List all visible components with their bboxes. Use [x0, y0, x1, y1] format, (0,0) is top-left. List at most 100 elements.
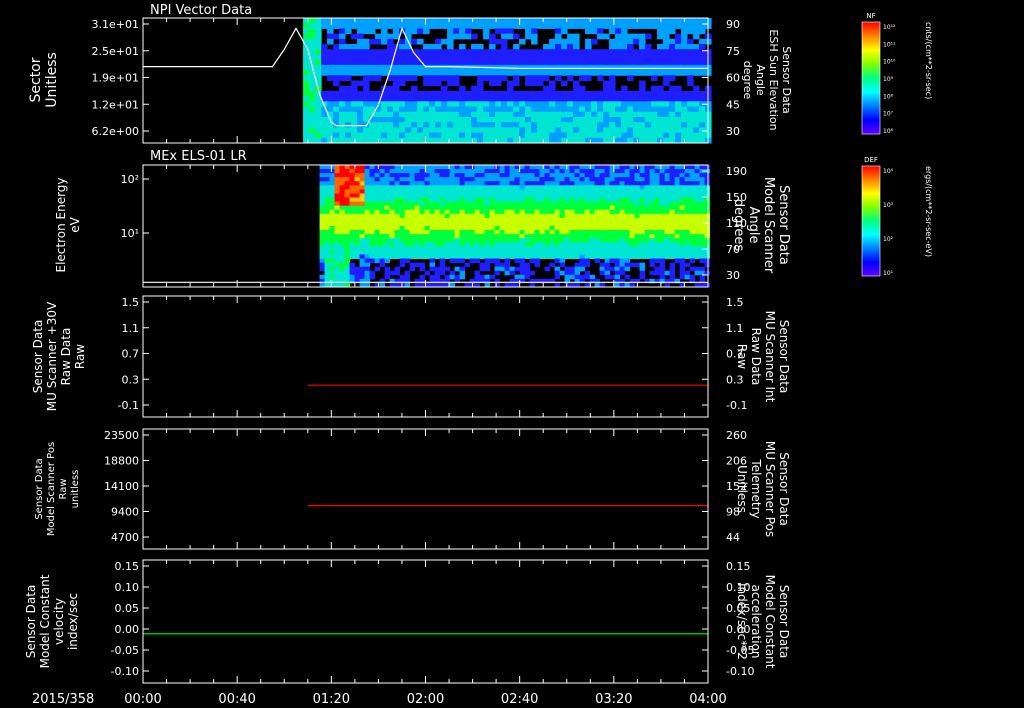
y-tick-label: 1.2e+01 — [92, 98, 139, 111]
axis-label-line: Unitless — [735, 465, 749, 513]
time-tick-label: 03:20 — [595, 692, 632, 707]
time-minor-ticks — [142, 429, 709, 549]
y-tick-label: 0.15 — [115, 560, 140, 573]
axis-label-line: Raw — [73, 344, 87, 369]
colorbar-title: DEF — [864, 156, 878, 164]
y2-tick-label: 75 — [726, 45, 740, 58]
axis-label-line: Raw Data — [749, 328, 763, 386]
y-tick-label: 10² — [121, 173, 139, 186]
y2-tick-label: 30 — [726, 269, 740, 282]
colorbar-strip — [861, 165, 881, 277]
date-label: 2015/358 — [32, 692, 94, 707]
y-tick-label: 0.7 — [122, 348, 140, 361]
axis-label-line: Telemetry — [749, 458, 763, 518]
axis-label-line: index/sec**2 — [735, 583, 749, 660]
panel-2-title: MEx ELS-01 LR — [150, 149, 247, 164]
panel-5-frame — [142, 559, 709, 684]
axis-label-line: Angle — [746, 207, 761, 244]
y2-tick-label: 0.3 — [726, 373, 744, 386]
axis-label-line: Raw Data — [59, 328, 73, 386]
axis-label-line: Sensor Data — [34, 458, 45, 519]
axis-label-line: Angle — [754, 64, 767, 96]
y-tick-label: 0.3 — [122, 373, 140, 386]
y-tick-label: 0.00 — [115, 623, 140, 636]
panel-2-left-axis-label: Electron Energy eV — [54, 177, 82, 272]
axis-label-line: MU Scanner Int — [763, 311, 777, 403]
time-minor-ticks — [142, 296, 709, 417]
panel-1-title: NPI Vector Data — [150, 3, 252, 18]
axis-label-line: MU Scanner +30V — [45, 301, 59, 411]
y2-tick-label: 190 — [726, 165, 747, 178]
axis-label-line: Model Scanner Pos — [46, 442, 57, 536]
y-tick-label: 14100 — [104, 480, 139, 493]
colorbar-tick-label: 10¹² — [883, 24, 896, 31]
panel-3-frame — [142, 295, 709, 418]
colorbar-tick-label: 10⁹ — [883, 76, 894, 83]
time-tick-label: 02:40 — [501, 692, 538, 707]
time-tick-label: 00:40 — [218, 692, 255, 707]
colorbar-tick-label: 10⁴ — [883, 168, 894, 175]
time-tick-label: 04:00 — [689, 692, 726, 707]
colorbar-unit: ergs/(cm**2-sr-sec-eV) — [924, 166, 933, 257]
time-tick-label: 01:20 — [313, 692, 350, 707]
colorbar-unit: cnts/(cm**2-sr-sec) — [924, 22, 933, 99]
colorbar-tick-label: 10¹ — [883, 270, 894, 277]
colorbar-tick-label: 10¹⁰ — [883, 59, 896, 66]
y-tick-label: -0.1 — [118, 399, 139, 412]
axis-label-line: Sensor Data — [777, 585, 791, 659]
y-tick-label: 9400 — [111, 506, 139, 519]
axis-label-line: Sector — [28, 57, 44, 102]
y-tick-label: 6.2e+00 — [92, 125, 139, 138]
y-tick-label: 18800 — [104, 455, 139, 468]
y-tick-label: 1.9e+01 — [92, 72, 139, 85]
sector-spectrogram — [303, 18, 712, 144]
y-tick-label: 10¹ — [121, 227, 139, 240]
y2-tick-label: -0.1 — [726, 399, 747, 412]
colorbar-tick-label: 10⁷ — [883, 111, 894, 118]
panel-4-frame — [142, 428, 709, 550]
time-axis: 00:00 00:40 01:20 02:00 02:40 03:20 04:00 2015/… — [32, 692, 727, 707]
y2-tick-label: 1.1 — [726, 322, 744, 335]
colorbar-unit-text: ergs/(cm**2-sr-sec-eV) — [924, 166, 933, 257]
colorbar-strip — [861, 21, 881, 135]
axis-label-line: Model Constant — [38, 574, 52, 668]
panel-2-left-ticks: 10² 10¹ — [121, 173, 149, 240]
y-tick-label: -0.10 — [111, 665, 139, 678]
panel-3-left-ticks: 1.5 1.1 0.7 0.3 -0.1 — [118, 296, 149, 412]
y2-tick-label: 60 — [726, 72, 740, 85]
colorbar-tick-label: 10³ — [883, 202, 894, 209]
y-tick-label: 3.1e+01 — [92, 18, 139, 31]
colorbar-tick-label: 10⁸ — [883, 93, 894, 100]
panel-4-left-axis-label: Sensor Data Model Scanner Pos Raw unitless — [34, 442, 81, 536]
colorbar-def: DEF 10⁴ 10³ 10² 10¹ ergs/(cm**2-sr-sec-eV) — [861, 156, 933, 277]
time-tick-label: 00:00 — [124, 692, 161, 707]
axis-label-line: Sensor Data — [777, 320, 791, 394]
axis-label-line: Sensor Data — [31, 320, 45, 394]
panel-3-left-axis-label: Sensor Data MU Scanner +30V Raw Data Raw — [31, 301, 87, 411]
axis-label-line: velocity — [52, 598, 66, 645]
panel-5-right-axis-label: Sensor DataModel Constantaccelerationind… — [735, 575, 791, 669]
colorbar-title: NF — [866, 12, 875, 20]
y2-tick-label: 30 — [726, 125, 740, 138]
y-tick-label: 4700 — [111, 531, 139, 544]
y2-tick-label: 1.5 — [726, 296, 744, 309]
y-tick-label: 1.1 — [122, 322, 140, 335]
y-tick-label: 0.10 — [115, 581, 140, 594]
y2-tick-label: 0.15 — [726, 560, 751, 573]
axis-label-line: Model Scanner — [761, 177, 776, 274]
axis-label-line: Sensor Data — [780, 46, 793, 113]
electron-energy-spectrogram — [319, 165, 711, 288]
colorbar-nf: NF 10¹² 10¹¹ 10¹⁰ 10⁹ 10⁸ 10⁷ 10⁶ cnts/(cm**2-sr… — [861, 12, 933, 135]
axis-label-line: Electron Energy — [54, 177, 68, 272]
axis-label-line: Sensor Data — [24, 585, 38, 659]
y-tick-label: 2.5e+01 — [92, 45, 139, 58]
time-tick-label: 02:00 — [407, 692, 444, 707]
y2-tick-label: -0.10 — [726, 665, 754, 678]
axis-label-line: Sensor Data — [777, 452, 791, 526]
colorbar-unit-text: cnts/(cm**2-sr-sec) — [924, 22, 933, 99]
axis-label-line: MU Scanner Pos — [763, 441, 777, 537]
y2-tick-label: 44 — [726, 531, 740, 544]
axis-label-line: index/sec — [66, 593, 80, 650]
y-tick-label: 1.5 — [122, 296, 140, 309]
y-tick-label: 23500 — [104, 429, 139, 442]
